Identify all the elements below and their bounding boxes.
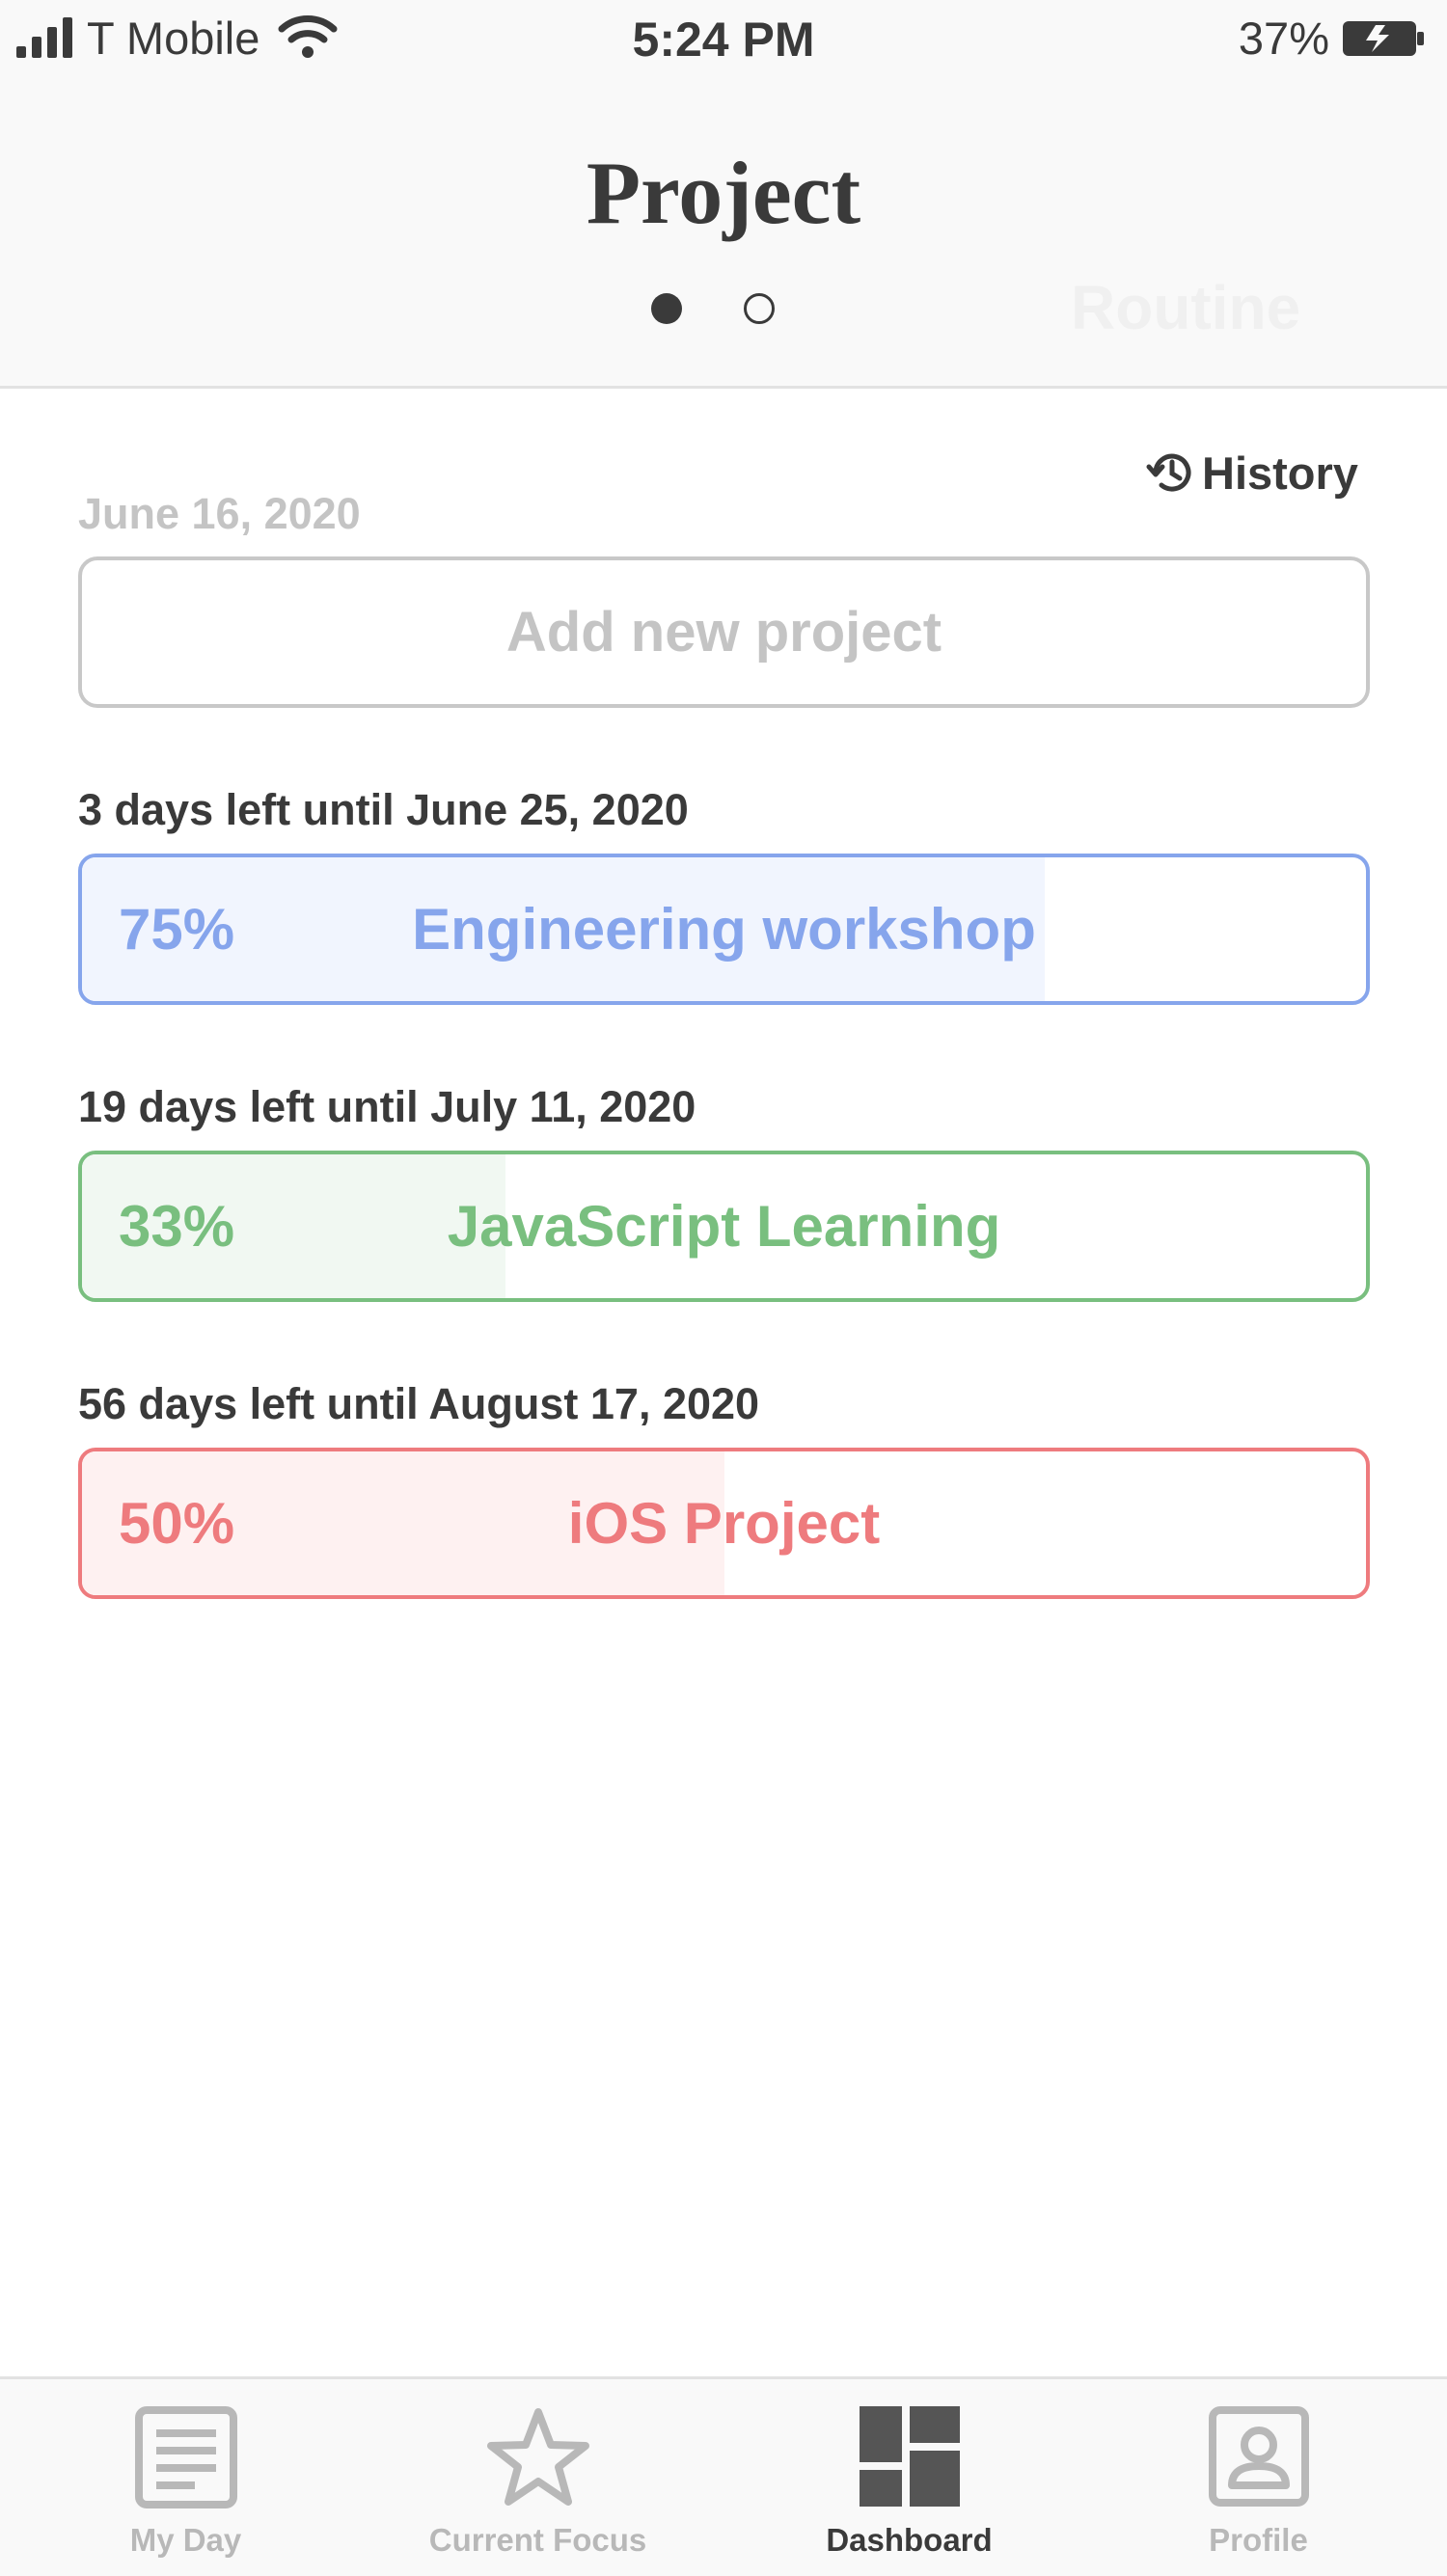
status-bar: T Mobile 5:24 PM 37% <box>0 0 1447 82</box>
project-card[interactable]: 50% iOS Project <box>78 1448 1370 1599</box>
project-deadline: 19 days left until July 11, 2020 <box>78 1082 696 1131</box>
tab-label: My Day <box>129 2522 242 2558</box>
tab-profile[interactable]: Profile <box>1078 2379 1439 2576</box>
project-name: JavaScript Learning <box>447 1194 1001 1259</box>
tab-dashboard[interactable]: Dashboard <box>728 2379 1090 2576</box>
add-project-button[interactable]: Add new project <box>78 556 1370 708</box>
project-deadline: 3 days left until June 25, 2020 <box>78 785 689 834</box>
battery-percent: 37% <box>1238 13 1329 64</box>
tab-current-focus[interactable]: Current Focus <box>357 2379 719 2576</box>
dashboard-icon <box>859 2406 960 2507</box>
project-deadline: 56 days left until August 17, 2020 <box>78 1379 760 1428</box>
header: Project Routine <box>0 82 1447 389</box>
project-card[interactable]: 75% Engineering workshop <box>78 854 1370 1005</box>
tab-label: Current Focus <box>428 2522 647 2558</box>
page-dot-active[interactable] <box>651 293 682 324</box>
page-dot-inactive[interactable] <box>744 293 775 324</box>
page-title: Project <box>586 144 861 242</box>
project-card[interactable]: 33% JavaScript Learning <box>78 1151 1370 1302</box>
history-icon <box>1146 453 1191 492</box>
next-page-title: Routine <box>1071 273 1301 342</box>
project-name: iOS Project <box>567 1491 881 1556</box>
document-icon <box>134 2406 237 2508</box>
project-name: Engineering workshop <box>412 897 1036 962</box>
profile-icon <box>1208 2406 1309 2507</box>
history-button[interactable]: History <box>1146 439 1358 506</box>
battery-charging-icon <box>1343 21 1424 56</box>
tab-label: Profile <box>1209 2522 1308 2558</box>
tab-label: Dashboard <box>826 2522 993 2558</box>
status-time: 5:24 PM <box>632 13 815 67</box>
star-icon <box>486 2408 589 2506</box>
tab-my-day[interactable]: My Day <box>5 2379 367 2576</box>
history-label: History <box>1202 447 1358 499</box>
today-date: June 16, 2020 <box>78 489 361 538</box>
tab-bar: My Day Current Focus Dashboard Profile <box>0 2376 1447 2576</box>
